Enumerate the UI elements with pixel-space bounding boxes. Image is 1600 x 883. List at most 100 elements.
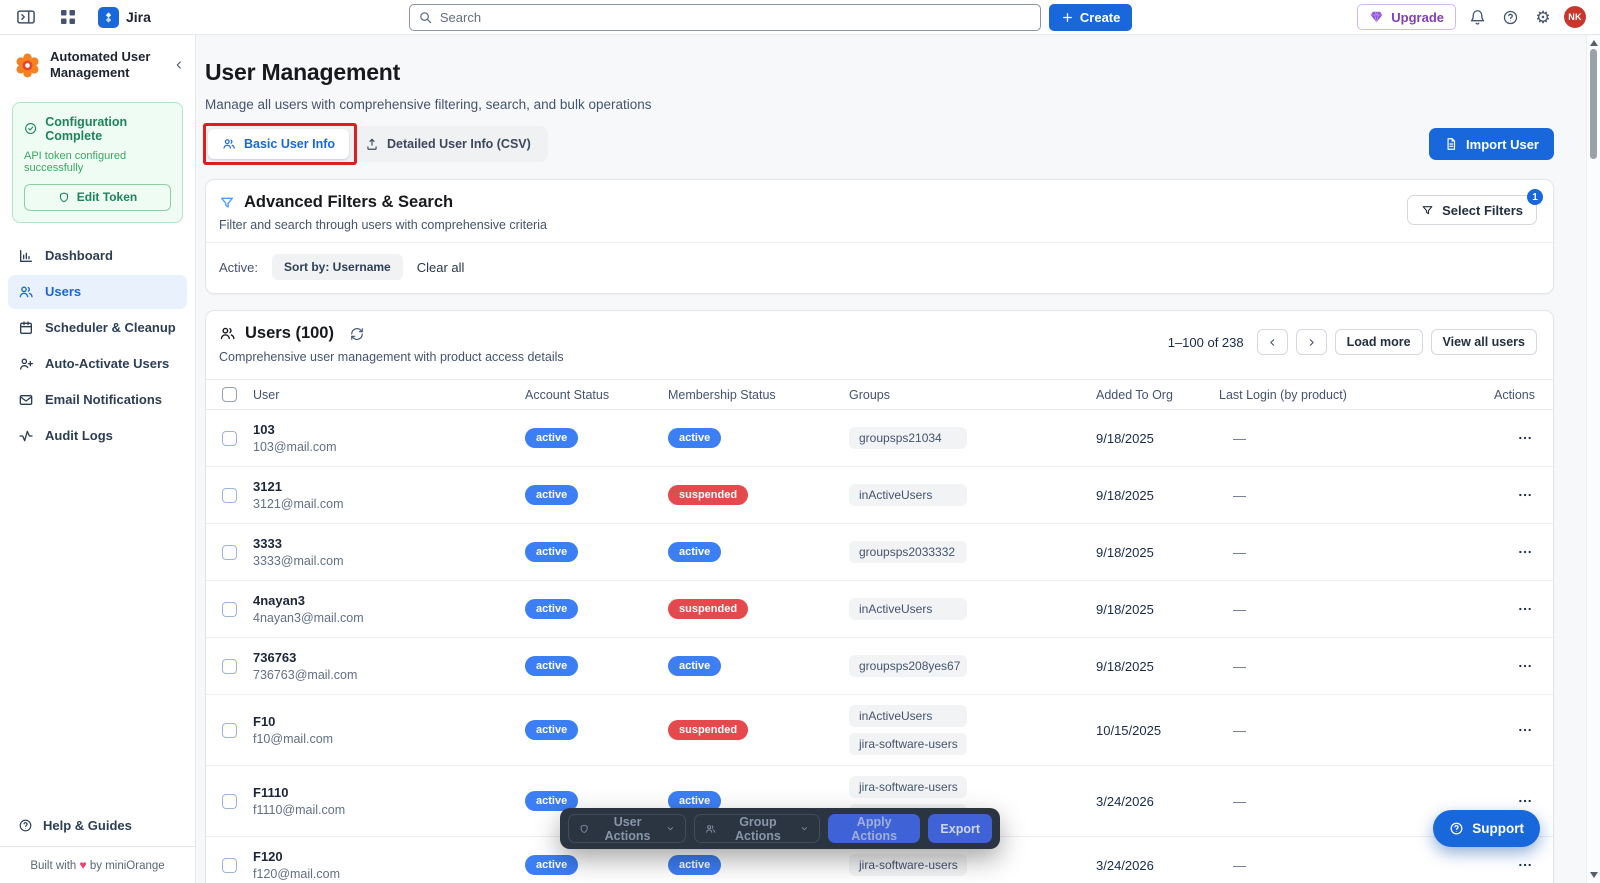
upgrade-button[interactable]: Upgrade — [1357, 4, 1456, 30]
next-page-button[interactable] — [1295, 329, 1327, 355]
clear-all-link[interactable]: Clear all — [417, 260, 465, 275]
scrollbar-thumb[interactable] — [1590, 49, 1597, 159]
funnel-icon — [221, 197, 233, 208]
user-email: f1110@mail.com — [253, 803, 346, 817]
app-switcher-icon[interactable] — [56, 5, 80, 29]
sidebar-item-users[interactable]: Users — [8, 274, 187, 309]
scroll-up-arrow[interactable] — [1590, 40, 1598, 46]
sort-by-chip[interactable]: Sort by: Username — [272, 254, 403, 280]
row-actions-ellipsis-icon[interactable] — [1513, 426, 1537, 450]
import-user-button[interactable]: Import User — [1429, 128, 1554, 160]
export-button[interactable]: Export — [928, 814, 992, 843]
column-header-last-login: Last Login (by product) — [1219, 387, 1347, 402]
check-circle-icon — [25, 122, 37, 135]
row-checkbox[interactable] — [222, 601, 237, 617]
row-actions-ellipsis-icon[interactable] — [1513, 853, 1537, 877]
user-actions-dropdown[interactable]: User Actions — [568, 814, 686, 843]
notifications-icon[interactable] — [1465, 5, 1489, 29]
help-icon[interactable] — [1498, 5, 1522, 29]
group-actions-dropdown[interactable]: Group Actions — [693, 814, 820, 843]
row-checkbox[interactable] — [222, 857, 237, 873]
prev-page-button[interactable] — [1256, 329, 1288, 355]
users-icon — [220, 327, 235, 340]
app-title: Jira — [126, 9, 151, 25]
support-button[interactable]: Support — [1433, 810, 1540, 847]
row-checkbox[interactable] — [222, 793, 237, 809]
row-actions-ellipsis-icon[interactable] — [1513, 540, 1537, 564]
account-status-badge: active — [525, 855, 579, 875]
group-chip: groupsps2033332 — [849, 541, 967, 563]
row-checkbox[interactable] — [222, 722, 237, 738]
user-email: 4nayan3@mail.com — [253, 611, 364, 625]
last-login-value: — — [1233, 857, 1246, 873]
jira-logo-icon — [98, 6, 119, 28]
sidebar-item-dashboard[interactable]: Dashboard — [8, 239, 187, 273]
row-checkbox[interactable] — [222, 658, 237, 674]
view-all-users-button[interactable]: View all users — [1430, 329, 1537, 355]
sidebar-item-email-notifications[interactable]: Email Notifications — [8, 383, 187, 417]
load-more-button[interactable]: Load more — [1334, 329, 1423, 355]
column-header-groups: Groups — [849, 387, 890, 402]
row-actions-ellipsis-icon[interactable] — [1513, 597, 1537, 621]
account-status-badge: active — [525, 542, 579, 562]
bulk-action-bar: User Actions Group Actions Apply Actions… — [560, 808, 1000, 849]
upload-icon — [367, 138, 377, 150]
row-checkbox[interactable] — [222, 487, 237, 503]
select-filters-button[interactable]: Select Filters 1 — [1407, 189, 1543, 225]
group-chip: inActiveUsers — [849, 598, 967, 620]
collapse-chevron-icon[interactable] — [173, 59, 185, 71]
user-email: 736763@mail.com — [253, 668, 358, 682]
sidebar-item-audit-logs[interactable]: Audit Logs — [8, 419, 187, 453]
membership-status-badge: active — [668, 656, 722, 676]
tab-basic-user-info[interactable]: Basic User Info — [208, 129, 350, 159]
edit-token-button[interactable]: Edit Token — [24, 183, 171, 211]
row-actions-ellipsis-icon[interactable] — [1513, 654, 1537, 678]
activity-icon — [18, 428, 34, 444]
row-actions-ellipsis-icon[interactable] — [1513, 483, 1537, 507]
groups-cell: groupsps2033332 — [849, 531, 1096, 573]
user-email: f10@mail.com — [253, 732, 334, 746]
pagination-range: 1–100 of 238 — [1167, 334, 1244, 350]
jira-brand[interactable]: Jira — [98, 6, 151, 28]
row-actions-ellipsis-icon[interactable] — [1513, 718, 1537, 742]
user-email: f120@mail.com — [253, 867, 341, 881]
last-login-value: — — [1233, 793, 1246, 809]
sidebar-item-scheduler-cleanup[interactable]: Scheduler & Cleanup — [8, 311, 187, 345]
filters-subtitle: Filter and search through users with com… — [219, 218, 547, 232]
chevron-right-icon — [1309, 338, 1314, 346]
last-login-value: — — [1233, 430, 1246, 446]
chevron-left-icon — [1269, 338, 1274, 346]
sidebar-item-auto-activate-users[interactable]: Auto-Activate Users — [8, 347, 187, 381]
sidebar-toggle-icon[interactable] — [14, 5, 38, 29]
search-input[interactable] — [408, 3, 1041, 31]
select-all-checkbox[interactable] — [222, 387, 237, 402]
groups-cell: jira-software-users — [849, 844, 1096, 883]
sidebar-item-help-guides[interactable]: Help & Guides — [0, 807, 195, 846]
added-to-org-date: 9/18/2025 — [1096, 430, 1154, 446]
heart-icon: ♥ — [79, 858, 87, 872]
membership-status-badge: active — [668, 855, 722, 875]
apply-actions-button[interactable]: Apply Actions — [827, 814, 921, 843]
added-to-org-date: 9/18/2025 — [1096, 544, 1154, 560]
column-header-actions: Actions — [1494, 387, 1535, 402]
avatar[interactable]: NK — [1564, 6, 1586, 28]
groups-cell: inActiveUsers — [849, 588, 1096, 630]
create-button[interactable]: Create — [1048, 3, 1133, 31]
scroll-down-arrow[interactable] — [1590, 872, 1598, 878]
row-checkbox[interactable] — [222, 544, 237, 560]
table-header: User Account Status Membership Status Gr… — [206, 379, 1553, 410]
tab-detailed-user-info-csv[interactable]: Detailed User Info (CSV) — [351, 129, 545, 159]
user-email: 3333@mail.com — [253, 554, 344, 568]
shield-icon — [580, 824, 588, 833]
page-subtitle: Manage all users with comprehensive filt… — [205, 97, 652, 112]
search-icon — [418, 10, 433, 25]
configuration-status-card: Configuration Complete API token configu… — [12, 101, 183, 223]
settings-gear-icon[interactable]: ⚙ — [1531, 5, 1555, 29]
row-checkbox[interactable] — [222, 430, 237, 446]
table-row: 3333 3333@mail.com active active groupsp… — [206, 524, 1553, 581]
group-chip: jira-software-users — [849, 733, 967, 755]
membership-status-badge: suspended — [668, 485, 749, 505]
table-row: 3121 3121@mail.com active suspended inAc… — [206, 467, 1553, 524]
refresh-icon[interactable] — [350, 327, 364, 341]
shield-icon — [59, 192, 68, 202]
